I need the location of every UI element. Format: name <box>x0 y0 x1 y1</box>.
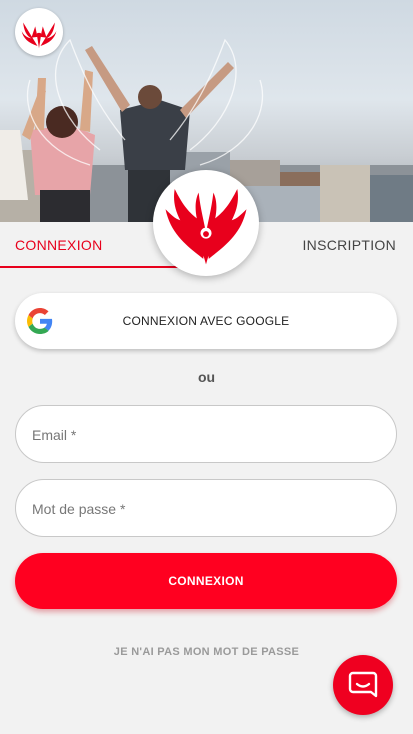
active-tab-indicator <box>0 266 178 268</box>
tab-signup[interactable]: INSCRIPTION <box>302 222 396 268</box>
tab-login[interactable]: CONNEXION <box>15 222 103 268</box>
google-login-label: CONNEXION AVEC GOOGLE <box>122 314 290 328</box>
chat-icon <box>348 671 378 698</box>
login-submit-button[interactable]: CONNEXION <box>15 553 397 609</box>
main-logo <box>153 170 259 276</box>
chat-button[interactable] <box>333 655 393 715</box>
or-separator: ou <box>197 369 216 385</box>
email-input[interactable] <box>30 406 382 464</box>
password-input[interactable] <box>30 480 382 538</box>
google-login-button[interactable]: CONNEXION AVEC GOOGLE <box>15 293 397 349</box>
small-logo[interactable] <box>15 8 63 56</box>
phoenix-logo-icon <box>165 188 247 265</box>
phoenix-logo-icon <box>21 22 57 49</box>
password-field[interactable] <box>15 479 397 538</box>
email-field[interactable] <box>15 405 397 464</box>
